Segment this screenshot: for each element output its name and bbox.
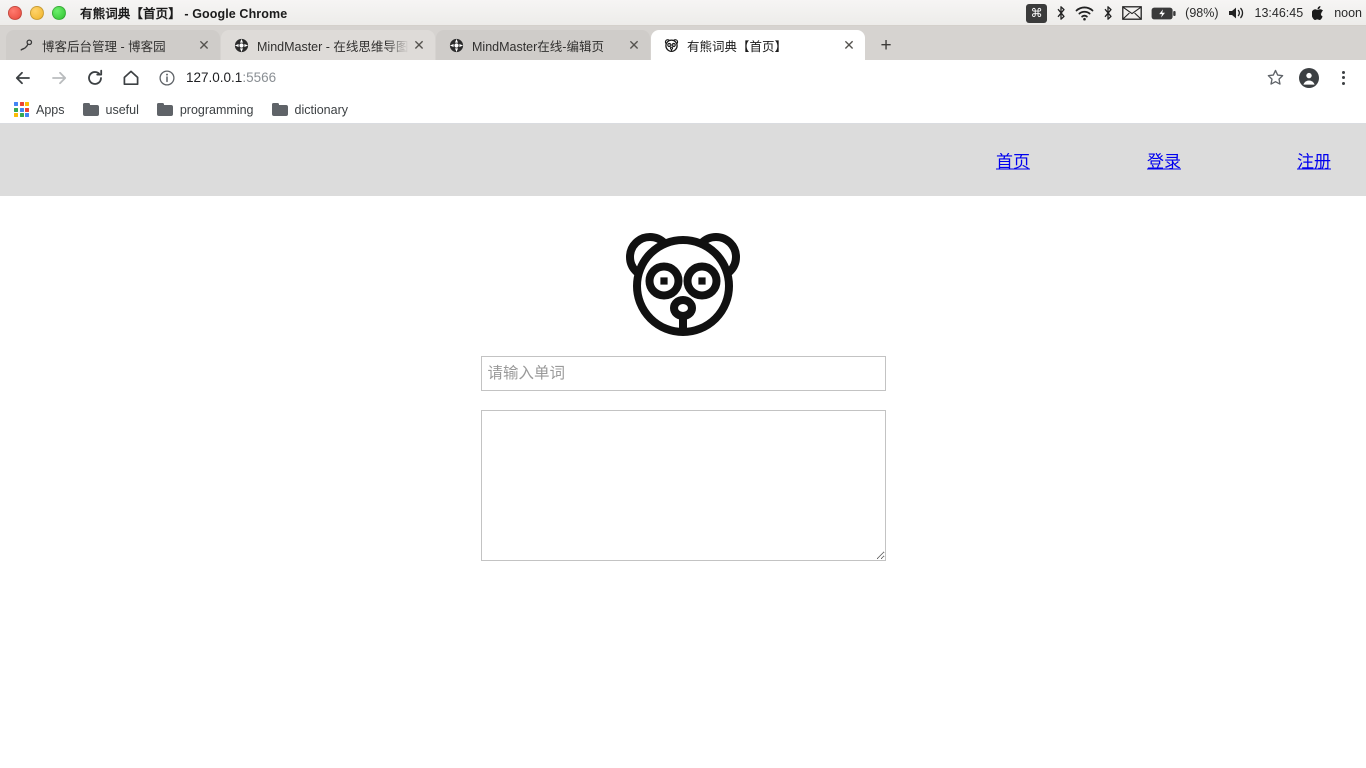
bookmarks-bar: Apps useful programming dictionary bbox=[0, 96, 1366, 124]
menu-dots bbox=[1341, 70, 1345, 85]
browser-tab-2[interactable]: MindMaster在线-编辑页 ✕ bbox=[436, 30, 650, 60]
reload-icon[interactable] bbox=[80, 63, 110, 93]
os-title-bar: 有熊词典【首页】 - Google Chrome ⌘ (98%) 13:46:4… bbox=[0, 0, 1366, 26]
word-search-input[interactable] bbox=[480, 356, 886, 391]
tab-title: 博客后台管理 - 博客园 bbox=[42, 39, 166, 54]
mindmaster-favicon bbox=[448, 37, 464, 53]
browser-tab-0[interactable]: 博客后台管理 - 博客园 ✕ bbox=[6, 30, 220, 60]
tab-title: MindMaster在线-编辑页 bbox=[472, 39, 604, 54]
browser-tab-3-active[interactable]: 有熊词典【首页】 ✕ bbox=[651, 30, 865, 60]
star-icon[interactable] bbox=[1260, 63, 1290, 93]
mail-icon[interactable] bbox=[1122, 6, 1143, 20]
profile-avatar-icon[interactable] bbox=[1294, 63, 1324, 93]
bookmark-label: dictionary bbox=[294, 102, 349, 117]
bookmark-label: Apps bbox=[36, 102, 65, 117]
apps-grid-icon bbox=[14, 102, 29, 117]
search-form bbox=[0, 339, 1366, 561]
back-arrow-icon[interactable] bbox=[8, 63, 38, 93]
web-page-content: 首页 登录 注册 bbox=[0, 124, 1366, 694]
battery-percent-label: (98%) bbox=[1185, 5, 1219, 20]
folder-icon bbox=[156, 102, 173, 117]
volume-icon[interactable] bbox=[1228, 6, 1246, 20]
tab-close-button[interactable]: ✕ bbox=[409, 35, 429, 55]
tab-close-button[interactable]: ✕ bbox=[194, 35, 214, 55]
wifi-icon[interactable] bbox=[1075, 6, 1094, 21]
apple-logo-icon bbox=[1312, 5, 1325, 21]
tab-title: MindMaster - 在线思维导图 bbox=[257, 39, 409, 54]
home-icon[interactable] bbox=[116, 63, 146, 93]
browser-toolbar: 127.0.0.1:5566 bbox=[0, 60, 1366, 96]
tab-close-button[interactable]: ✕ bbox=[839, 35, 859, 55]
browser-tab-1[interactable]: MindMaster - 在线思维导图 ✕ bbox=[221, 30, 435, 60]
url-port: :5566 bbox=[242, 70, 277, 85]
maximize-window-button[interactable] bbox=[52, 5, 66, 20]
folder-icon bbox=[271, 102, 288, 117]
window-title: 有熊词典【首页】 - Google Chrome bbox=[80, 7, 288, 21]
system-tray: ⌘ (98%) 13:46:45 noon bbox=[1026, 0, 1362, 26]
tab-close-button[interactable]: ✕ bbox=[624, 35, 644, 55]
bookmark-dictionary[interactable]: dictionary bbox=[268, 100, 357, 120]
battery-icon[interactable] bbox=[1151, 7, 1176, 20]
bookmark-apps[interactable]: Apps bbox=[10, 99, 73, 120]
address-bar[interactable]: 127.0.0.1:5566 bbox=[158, 64, 1260, 92]
new-tab-button[interactable]: + bbox=[871, 30, 901, 60]
url-host: 127.0.0.1 bbox=[186, 70, 243, 85]
tab-title: 有熊词典【首页】 bbox=[687, 39, 788, 54]
minimize-window-button[interactable] bbox=[30, 5, 44, 20]
site-header: 首页 登录 注册 bbox=[0, 124, 1366, 196]
panda-favicon bbox=[663, 37, 679, 53]
bookmark-programming[interactable]: programming bbox=[153, 100, 262, 120]
close-window-button[interactable] bbox=[8, 5, 22, 20]
bluetooth-icon[interactable] bbox=[1056, 5, 1066, 21]
folder-icon bbox=[82, 102, 99, 117]
three-dot-menu-icon[interactable] bbox=[1328, 63, 1358, 93]
bookmark-label: programming bbox=[179, 102, 254, 117]
command-key-indicator[interactable]: ⌘ bbox=[1026, 3, 1048, 23]
logo-container bbox=[0, 196, 1366, 339]
window-controls[interactable] bbox=[0, 5, 66, 20]
mindmaster-favicon bbox=[233, 37, 249, 53]
bluetooth-icon-secondary[interactable] bbox=[1103, 5, 1113, 21]
site-nav: 首页 登录 注册 bbox=[966, 124, 1366, 196]
avatar bbox=[1299, 67, 1319, 88]
browser-tab-strip: 博客后台管理 - 博客园 ✕ MindMaster - 在线思维导图 ✕ Min… bbox=[0, 26, 1366, 60]
nav-link-home[interactable]: 首页 bbox=[996, 148, 1030, 173]
blog-favicon bbox=[18, 37, 34, 53]
session-label[interactable]: noon bbox=[1334, 7, 1362, 20]
toolbar-right-buttons bbox=[1260, 63, 1358, 93]
panda-logo-icon bbox=[626, 233, 740, 336]
definition-result-textarea[interactable] bbox=[480, 410, 886, 561]
nav-link-login[interactable]: 登录 bbox=[1147, 148, 1181, 173]
bookmark-useful[interactable]: useful bbox=[79, 100, 147, 120]
forward-arrow-icon[interactable] bbox=[44, 63, 74, 93]
info-icon[interactable] bbox=[158, 69, 176, 87]
nav-link-register[interactable]: 注册 bbox=[1297, 148, 1331, 173]
bookmark-label: useful bbox=[105, 102, 139, 117]
clock-label[interactable]: 13:46:45 bbox=[1255, 7, 1304, 20]
